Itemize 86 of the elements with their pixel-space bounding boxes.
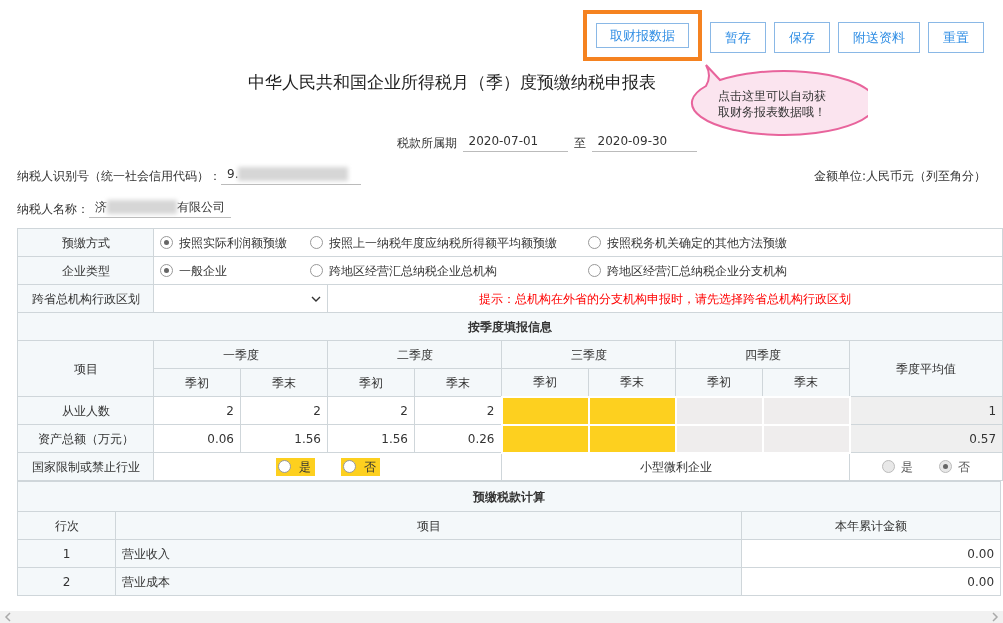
table-cell: 1 [17, 539, 116, 568]
column-header: 季末 [414, 368, 502, 397]
horizontal-scrollbar[interactable] [0, 611, 1003, 623]
table-cell: 营业收入 [115, 539, 742, 568]
row-label: 跨省总机构行政区划 [17, 284, 154, 313]
column-header: 季初 [501, 368, 589, 397]
input-field[interactable] [501, 396, 589, 425]
table-cell: 2 [17, 567, 116, 596]
input-field[interactable] [588, 424, 676, 453]
row-label: 预缴方式 [17, 228, 154, 257]
chevron-right-icon[interactable] [991, 612, 999, 622]
radio-button[interactable] [160, 236, 173, 249]
input-field[interactable]: 1.56 [240, 424, 328, 453]
column-header: 三季度 [501, 340, 676, 369]
section-header: 按季度填报信息 [17, 312, 1003, 341]
option-label: 按照税务机关确定的其他方法预缴 [607, 234, 787, 252]
column-header: 二季度 [327, 340, 502, 369]
option-label: 按照上一纳税年度应纳税所得额平均额预缴 [329, 234, 557, 252]
taxpayer-name-start: 济 [95, 199, 107, 216]
column-header: 四季度 [675, 340, 850, 369]
input-field[interactable]: 0.00 [741, 539, 1001, 568]
column-header: 季初 [675, 368, 763, 397]
date-field[interactable]: 2020-09-30 [591, 132, 697, 152]
column-header: 行次 [17, 511, 116, 540]
select-field[interactable] [153, 284, 328, 313]
taxpayer-id-value: 9. [227, 166, 239, 183]
radio-button[interactable] [310, 264, 323, 277]
row-label: 小型微利企业 [501, 452, 850, 481]
input-field[interactable]: 2 [153, 396, 241, 425]
input-field[interactable]: 2 [327, 396, 415, 425]
toolbar-button[interactable]: 取财报数据 [583, 10, 702, 61]
radio-button[interactable] [588, 236, 601, 249]
section-header: 预缴税款计算 [17, 481, 1001, 512]
hint-text: 提示：总机构在外省的分支机构申报时，请先选择跨省总机构行政区划 [327, 284, 1003, 313]
table-cell: 1 [849, 396, 1003, 425]
input-field[interactable]: 1.56 [327, 424, 415, 453]
toolbar-button[interactable]: 暂存 [710, 22, 766, 53]
radio-button[interactable] [342, 460, 356, 473]
input-field[interactable]: 2 [414, 396, 502, 425]
option-label: 一般企业 [179, 262, 227, 280]
toolbar-button[interactable]: 附送资料 [838, 22, 920, 53]
input-field[interactable]: 0.26 [414, 424, 502, 453]
taxpayer-name-end: 有限公司 [177, 199, 225, 216]
column-header: 项目 [115, 511, 742, 540]
row-label: 企业类型 [17, 256, 154, 285]
option-label: 是 [901, 458, 913, 476]
column-header: 季度平均值 [849, 340, 1003, 397]
option-label: 否 [958, 458, 970, 476]
column-header: 季末 [588, 368, 676, 397]
chevron-left-icon[interactable] [4, 612, 12, 622]
period-separator: 至 [573, 135, 586, 152]
column-header: 本年累计金额 [741, 511, 1001, 540]
column-header: 一季度 [153, 340, 328, 369]
column-header: 季初 [153, 368, 241, 397]
taxpayer-id-label: 纳税人识别号（统一社会信用代码）： [17, 168, 221, 185]
toolbar-button[interactable]: 保存 [774, 22, 830, 53]
input-field[interactable]: 0.06 [153, 424, 241, 453]
redaction-blur [107, 200, 177, 214]
option-label: 跨地区经营汇总纳税企业分支机构 [607, 262, 787, 280]
column-header: 季末 [240, 368, 328, 397]
radio-button[interactable] [160, 264, 173, 277]
radio-button[interactable] [277, 460, 291, 473]
row-label: 资产总额（万元） [17, 424, 154, 453]
column-header: 季初 [327, 368, 415, 397]
radio-button[interactable] [588, 264, 601, 277]
radio-button[interactable] [310, 236, 323, 249]
toolbar-button[interactable]: 重置 [928, 22, 984, 53]
row-label: 国家限制或禁止行业 [17, 452, 154, 481]
input-field[interactable] [501, 424, 589, 453]
taxpayer-name-label: 纳税人名称： [17, 201, 89, 218]
column-header: 季末 [762, 368, 850, 397]
date-field[interactable]: 2020-07-01 [462, 132, 568, 152]
input-field[interactable]: 2 [240, 396, 328, 425]
form-title: 中华人民共和国企业所得税月（季）度预缴纳税申报表 [248, 72, 656, 92]
table-cell: 营业成本 [115, 567, 742, 596]
row-label: 从业人数 [17, 396, 154, 425]
amount-unit: 金额单位:人民币元（列至角分） [813, 168, 986, 185]
tooltip-text: 点击这里可以自动获 取财务报表数据哦！ [717, 88, 827, 120]
chevron-down-icon [311, 295, 321, 302]
input-field[interactable]: 0.00 [741, 567, 1001, 596]
period-label: 税款所属期 [396, 135, 457, 152]
input-field[interactable] [588, 396, 676, 425]
column-header: 项目 [17, 340, 154, 397]
option-label: 按照实际利润额预缴 [179, 234, 287, 252]
table-cell: 0.57 [849, 424, 1003, 453]
option-label: 跨地区经营汇总纳税企业总机构 [329, 262, 497, 280]
